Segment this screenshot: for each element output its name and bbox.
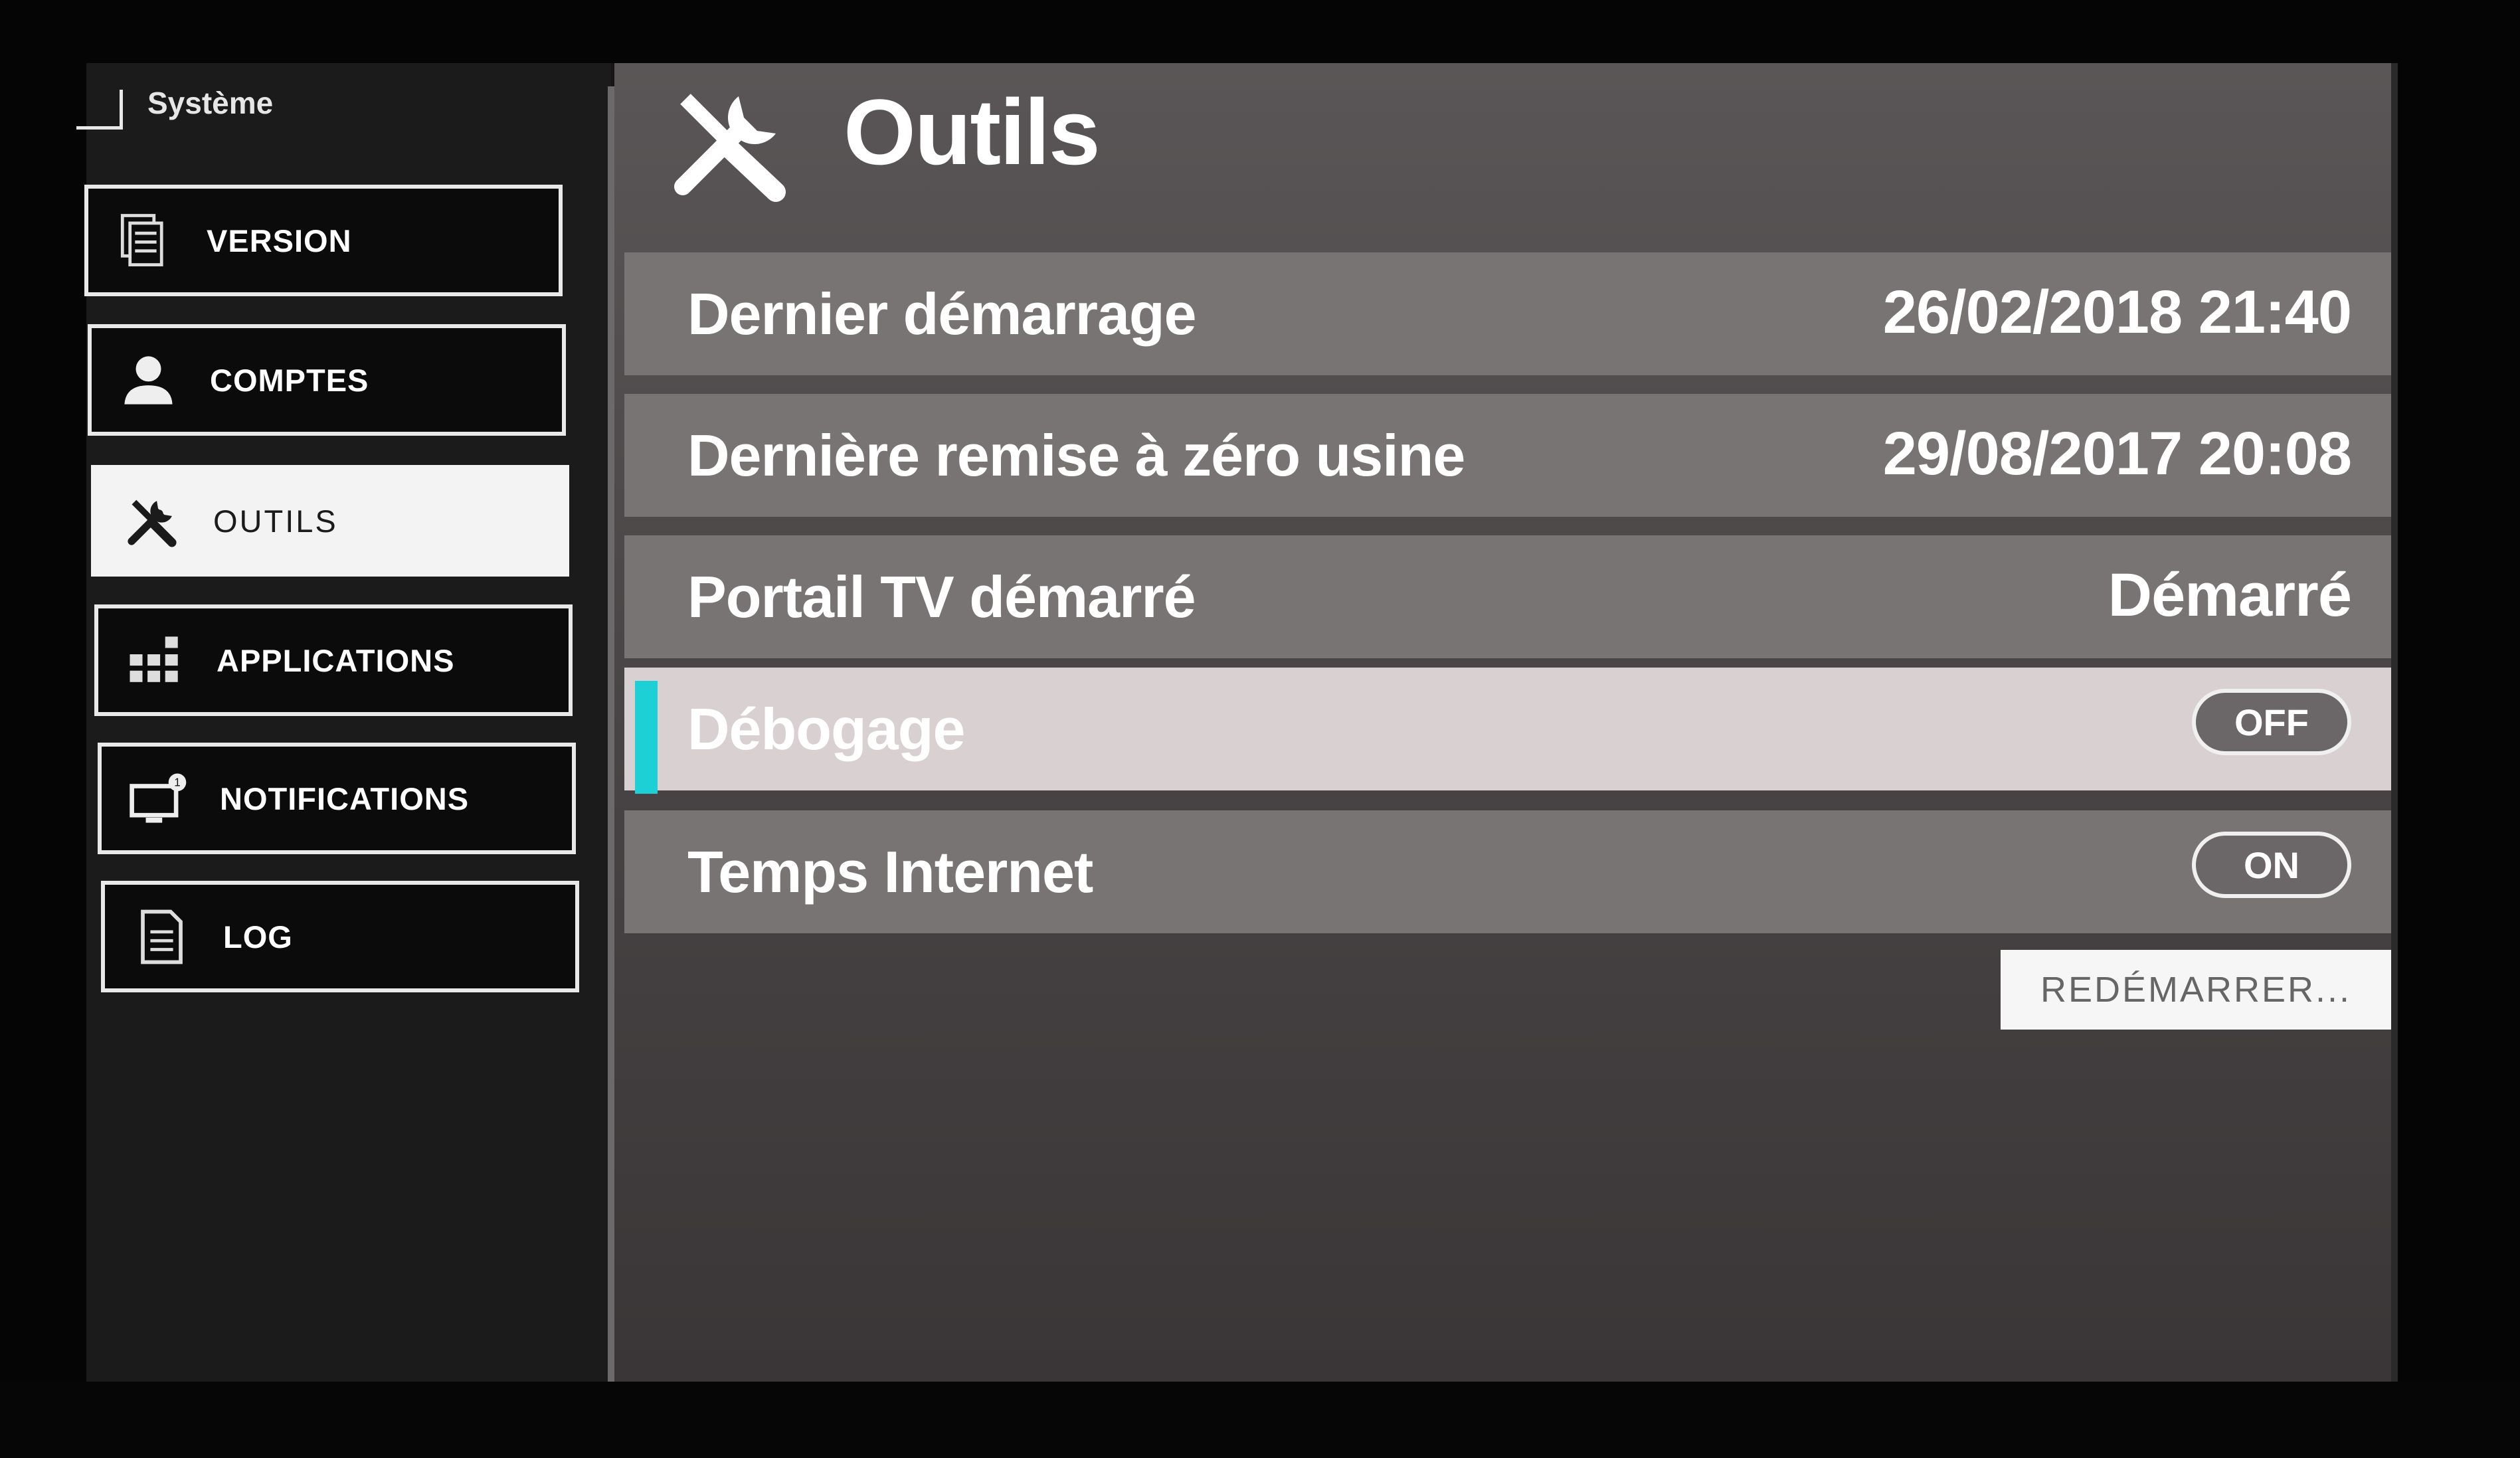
sidebar-item-comptes[interactable]: COMPTES [88,324,566,436]
sidebar-item-label: COMPTES [210,362,369,398]
row-label: Dernier démarrage [687,281,1197,347]
tools-icon [115,484,188,557]
sidebar-divider [608,86,614,1382]
sidebar-item-applications[interactable]: APPLICATIONS [94,604,573,716]
sidebar-item-outils[interactable]: OUTILS [91,465,569,577]
tools-icon [674,94,786,202]
section-bracket-icon [76,90,123,130]
row-label: Portail TV démarré [687,564,1196,630]
panel-edge [2391,63,2398,1382]
svg-text:1: 1 [174,776,181,788]
debug-toggle[interactable]: OFF [2192,689,2351,755]
info-row-derniere-remise-a-zero: Dernière remise à zéro usine 29/08/2017 … [624,394,2391,517]
row-label: Temps Internet [687,839,1093,905]
page-title: Outils [844,80,1101,184]
tv-bezel [0,1382,2520,1458]
row-label: Débogage [687,696,965,762]
sidebar-item-label: VERSION [207,223,352,258]
internet-time-toggle[interactable]: ON [2192,832,2351,898]
setting-row-debogage[interactable]: Débogage OFF [624,668,2391,794]
sidebar-item-label: APPLICATIONS [217,642,455,678]
row-value: 29/08/2017 20:08 [1882,420,2352,488]
row-value: 26/02/2018 21:40 [1882,278,2352,346]
notification-monitor-icon: 1 [122,762,195,835]
sidebar-item-version[interactable]: VERSION [84,185,563,296]
restart-button[interactable]: REDÉMARRER... [2001,950,2391,1030]
section-title: Système [147,86,274,120]
sidebar-item-notifications[interactable]: 1 NOTIFICATIONS [98,743,576,854]
sidebar-item-label: NOTIFICATIONS [220,780,470,816]
apps-grid-icon [118,624,191,697]
row-label: Dernière remise à zéro usine [687,422,1465,488]
focus-indicator [635,681,658,794]
row-value: Démarré [2108,561,2352,629]
info-row-portail-tv: Portail TV démarré Démarré [624,535,2391,658]
sidebar-item-label: OUTILS [213,503,338,539]
document-stack-icon [108,204,181,277]
sidebar-item-log[interactable]: LOG [101,881,579,992]
info-row-dernier-demarrage: Dernier démarrage 26/02/2018 21:40 [624,252,2391,375]
user-icon [112,343,185,416]
setting-row-temps-internet[interactable]: Temps Internet ON [624,810,2391,933]
log-document-icon [125,900,198,973]
sidebar-item-label: LOG [223,919,293,955]
